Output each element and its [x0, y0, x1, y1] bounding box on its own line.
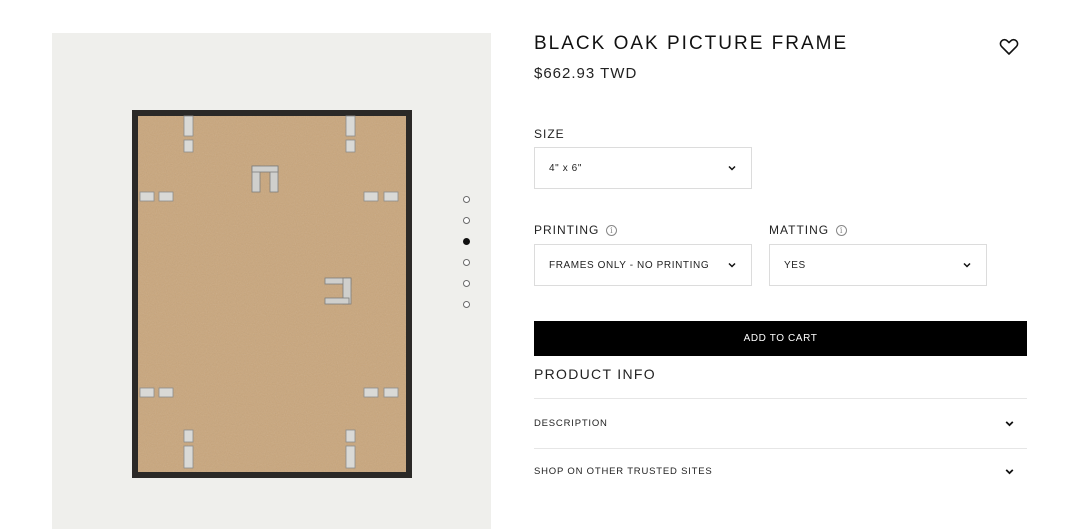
- info-icon[interactable]: i: [836, 224, 848, 236]
- product-gallery: [52, 33, 491, 529]
- gallery-dot-5[interactable]: [463, 280, 470, 287]
- divider: [534, 398, 1027, 399]
- accordion-trusted-sites[interactable]: SHOP ON OTHER TRUSTED SITES: [534, 456, 1027, 486]
- accordion-description-label: DESCRIPTION: [534, 417, 608, 429]
- product-price: $662.93 TWD: [534, 65, 638, 82]
- add-to-cart-button[interactable]: ADD TO CART: [534, 321, 1027, 356]
- printing-select-value: FRAMES ONLY - NO PRINTING: [549, 259, 710, 271]
- matting-select[interactable]: YES: [769, 244, 987, 286]
- heart-icon[interactable]: [999, 38, 1019, 56]
- product-image[interactable]: [132, 110, 412, 478]
- printing-label: PRINTING i: [534, 223, 618, 237]
- chevron-down-icon: [728, 165, 736, 171]
- size-label-text: SIZE: [534, 127, 565, 141]
- size-label: SIZE: [534, 127, 565, 141]
- gallery-dot-6[interactable]: [463, 301, 470, 308]
- matting-label: MATTING i: [769, 223, 848, 237]
- gallery-dot-3[interactable]: [463, 238, 470, 245]
- gallery-dot-4[interactable]: [463, 259, 470, 266]
- product-title: BLACK OAK PICTURE FRAME: [534, 33, 849, 54]
- printing-select[interactable]: FRAMES ONLY - NO PRINTING: [534, 244, 752, 286]
- info-icon[interactable]: i: [606, 224, 618, 236]
- printing-label-text: PRINTING: [534, 223, 600, 237]
- size-select[interactable]: 4" x 6": [534, 147, 752, 189]
- gallery-dot-2[interactable]: [463, 217, 470, 224]
- chevron-down-icon: [728, 262, 736, 268]
- gallery-dot-1[interactable]: [463, 196, 470, 203]
- gallery-pagination: [462, 196, 472, 322]
- size-select-value: 4" x 6": [549, 162, 582, 174]
- chevron-down-icon: [1005, 420, 1014, 426]
- accordion-trusted-sites-label: SHOP ON OTHER TRUSTED SITES: [534, 465, 713, 477]
- matting-label-text: MATTING: [769, 223, 830, 237]
- divider: [534, 448, 1027, 449]
- matting-select-value: YES: [784, 259, 806, 271]
- chevron-down-icon: [963, 262, 971, 268]
- accordion-description[interactable]: DESCRIPTION: [534, 408, 1027, 438]
- product-info-heading: PRODUCT INFO: [534, 366, 656, 382]
- chevron-down-icon: [1005, 468, 1014, 474]
